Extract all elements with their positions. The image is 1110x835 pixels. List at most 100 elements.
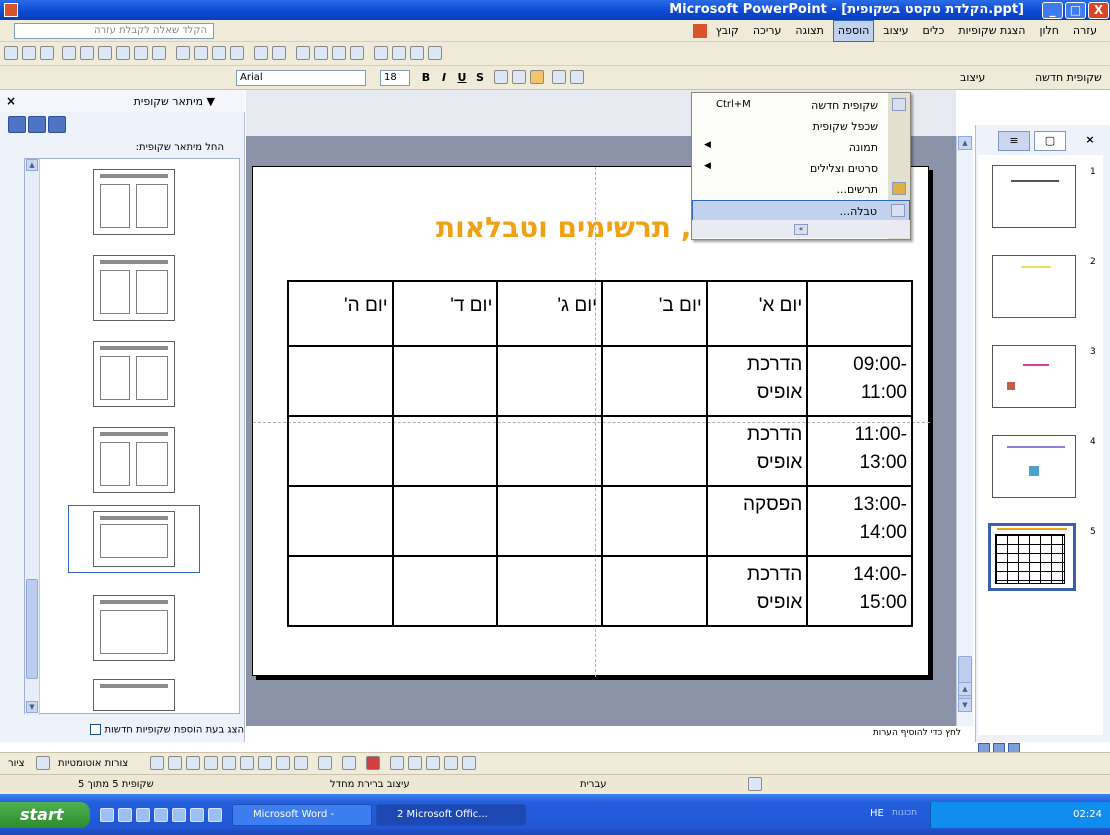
table-cell[interactable] bbox=[601, 415, 708, 487]
underline-button[interactable]: U bbox=[454, 69, 470, 86]
quicklaunch-icon[interactable] bbox=[190, 808, 204, 822]
layout-table-selected[interactable] bbox=[68, 505, 200, 573]
line-icon[interactable] bbox=[150, 756, 164, 770]
help-search-input[interactable]: הקלד שאלה לקבלת עזרה bbox=[14, 23, 214, 39]
expand-icon[interactable] bbox=[374, 46, 388, 60]
quicklaunch-icon[interactable] bbox=[136, 808, 150, 822]
email-icon[interactable] bbox=[80, 46, 94, 60]
show-formatting-icon[interactable] bbox=[392, 46, 406, 60]
arrow-style-icon[interactable] bbox=[426, 756, 440, 770]
table-cell[interactable]: הדרכת אופיס bbox=[705, 345, 809, 417]
wordart-icon[interactable] bbox=[240, 756, 254, 770]
table-cell[interactable] bbox=[391, 345, 499, 417]
menu-item-new-slide[interactable]: שקופית חדשה Ctrl+M bbox=[692, 95, 910, 116]
textbox-icon[interactable] bbox=[222, 756, 236, 770]
table-cell[interactable]: יום ב' bbox=[601, 280, 708, 347]
preview-icon[interactable] bbox=[116, 46, 130, 60]
table-cell[interactable] bbox=[601, 555, 708, 627]
table-cell[interactable] bbox=[601, 345, 708, 417]
font-name-select[interactable]: Arial bbox=[236, 70, 366, 86]
menu-tools[interactable]: כלים bbox=[918, 20, 950, 42]
back-icon[interactable] bbox=[8, 116, 26, 133]
table-cell[interactable]: יום ה' bbox=[287, 280, 394, 347]
slide[interactable]: הוספת דיאגרמות, תרשימים וטבלאות יום א' י… bbox=[252, 166, 930, 677]
3d-style-icon[interactable] bbox=[462, 756, 476, 770]
line-color-icon[interactable] bbox=[342, 756, 356, 770]
tab-outline[interactable]: ≡ bbox=[998, 131, 1030, 151]
layout-clipart-text[interactable] bbox=[93, 427, 175, 493]
close-icon[interactable]: × bbox=[6, 94, 16, 108]
document-icon[interactable] bbox=[692, 24, 707, 38]
print-icon[interactable] bbox=[98, 46, 112, 60]
table-cell[interactable]: יום א' bbox=[705, 280, 809, 347]
clock[interactable]: 02:24 bbox=[1073, 809, 1102, 820]
menu-item-chart[interactable]: תרשים... bbox=[692, 179, 910, 200]
save-icon[interactable] bbox=[40, 46, 54, 60]
slide-scrollbar[interactable]: ▲ ▲ ▼ bbox=[956, 136, 973, 726]
table-cell[interactable] bbox=[287, 485, 394, 557]
slide-thumbnail-selected[interactable] bbox=[988, 523, 1076, 591]
scroll-up-icon[interactable]: ▲ bbox=[958, 136, 972, 150]
rectangle-icon[interactable] bbox=[186, 756, 200, 770]
font-color-icon[interactable] bbox=[366, 756, 380, 770]
slide-thumbnail[interactable] bbox=[992, 255, 1076, 318]
pane-title[interactable]: ▼ מיתאר שקופית bbox=[134, 95, 215, 108]
color-icon[interactable] bbox=[428, 46, 442, 60]
table-cell[interactable] bbox=[806, 280, 913, 347]
table-cell[interactable]: 09:00-11:00 bbox=[806, 345, 913, 417]
start-button[interactable]: start bbox=[0, 802, 90, 828]
menu-expand-button[interactable]: » bbox=[692, 220, 910, 238]
menu-help[interactable]: עזרה bbox=[1068, 20, 1102, 42]
forward-icon[interactable] bbox=[28, 116, 46, 133]
table-cell[interactable] bbox=[496, 485, 604, 557]
spelling-icon[interactable] bbox=[134, 46, 148, 60]
oval-icon[interactable] bbox=[204, 756, 218, 770]
menu-edit[interactable]: עריכה bbox=[748, 20, 787, 42]
menu-item-picture[interactable]: תמונה ◀ bbox=[692, 137, 910, 158]
new-slide-button[interactable]: שקופית חדשה bbox=[1035, 71, 1102, 84]
previous-slide-icon[interactable]: ▲ bbox=[958, 682, 972, 696]
schedule-table[interactable]: יום א' יום ב' יום ג' יום ד' יום ה' 09:00… bbox=[287, 280, 913, 627]
paste-icon[interactable] bbox=[212, 46, 226, 60]
show-on-insert-checkbox[interactable]: הצג בעת הוספת שקופיות חדשות bbox=[8, 724, 244, 736]
notes-placeholder[interactable]: לחץ כדי להוסיף הערות bbox=[780, 728, 975, 742]
table-cell[interactable] bbox=[391, 485, 499, 557]
table-cell[interactable] bbox=[496, 415, 604, 487]
align-right-icon[interactable] bbox=[530, 70, 544, 84]
open-icon[interactable] bbox=[22, 46, 36, 60]
menu-window[interactable]: חלון bbox=[1034, 20, 1063, 42]
layout-text-chart[interactable] bbox=[93, 169, 175, 235]
fill-color-icon[interactable] bbox=[318, 756, 332, 770]
new-icon[interactable] bbox=[4, 46, 18, 60]
table-cell[interactable]: 14:00-15:00 bbox=[806, 555, 913, 627]
grid-icon[interactable] bbox=[410, 46, 424, 60]
table-cell[interactable]: יום ג' bbox=[496, 280, 604, 347]
menu-item-movies-sounds[interactable]: סרטים וצלילים ◀ bbox=[692, 158, 910, 179]
quicklaunch-icon[interactable] bbox=[172, 808, 186, 822]
layout-chart[interactable] bbox=[93, 679, 175, 711]
table-cell[interactable]: יום ד' bbox=[391, 280, 499, 347]
menu-insert[interactable]: הוספה bbox=[832, 20, 875, 42]
table-cell[interactable]: הפסקה bbox=[705, 485, 809, 557]
copy-icon[interactable] bbox=[194, 46, 208, 60]
design-button[interactable]: עיצוב bbox=[960, 71, 985, 84]
close-button[interactable]: X bbox=[1088, 2, 1109, 19]
checkbox-icon[interactable] bbox=[90, 724, 102, 735]
slide-thumbnail[interactable] bbox=[992, 345, 1076, 408]
undo-icon[interactable] bbox=[254, 46, 268, 60]
powerpoint-app-icon[interactable] bbox=[4, 3, 18, 17]
align-center-icon[interactable] bbox=[512, 70, 526, 84]
layout-chart-text[interactable] bbox=[93, 255, 175, 321]
quicklaunch-icon[interactable] bbox=[118, 808, 132, 822]
diagram-icon[interactable] bbox=[258, 756, 272, 770]
bold-button[interactable]: B bbox=[418, 69, 434, 86]
slide-thumbnail[interactable] bbox=[992, 435, 1076, 498]
numbering-icon[interactable] bbox=[552, 70, 566, 84]
menu-slideshow[interactable]: הצגת שקופיות bbox=[953, 20, 1030, 42]
clipart-icon[interactable] bbox=[276, 756, 290, 770]
bullets-icon[interactable] bbox=[570, 70, 584, 84]
dash-style-icon[interactable] bbox=[408, 756, 422, 770]
italic-button[interactable]: I bbox=[436, 69, 452, 86]
insert-table-icon[interactable] bbox=[314, 46, 328, 60]
menu-item-table[interactable]: טבלה... bbox=[692, 200, 910, 221]
